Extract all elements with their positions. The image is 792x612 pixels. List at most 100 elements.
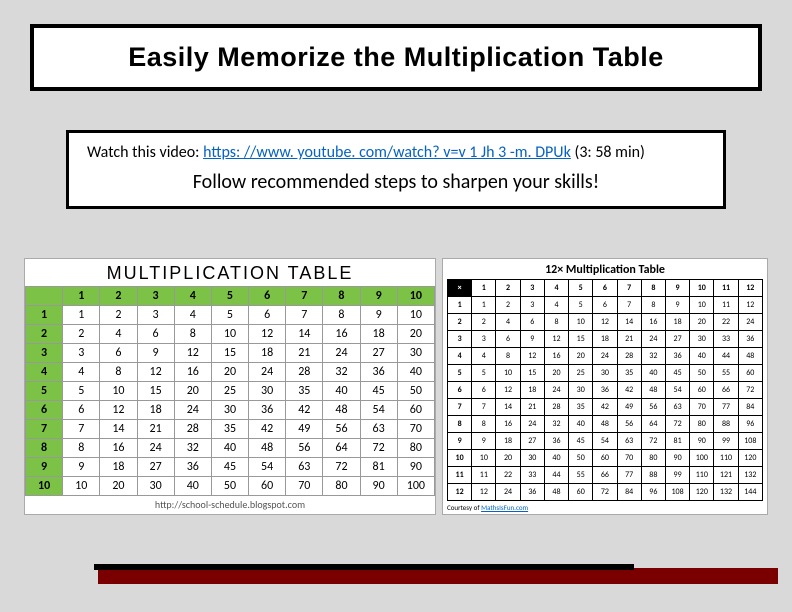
table12-cell: 3 xyxy=(472,331,496,348)
table12-cell: 9 xyxy=(665,297,689,314)
table10-cell: 10 xyxy=(63,477,100,496)
table12-cell: 88 xyxy=(714,416,738,433)
title-box: Easily Memorize the Multiplication Table xyxy=(30,24,762,91)
table12-cell: 30 xyxy=(569,382,593,399)
table10-cell: 80 xyxy=(397,439,434,458)
table10-cell: 16 xyxy=(323,325,360,344)
table12-cell: 6 xyxy=(472,382,496,399)
table12-row-header: 9 xyxy=(448,433,472,450)
watch-line: Watch this video: https: //www. youtube.… xyxy=(79,143,713,162)
table12-cell: 7 xyxy=(617,297,641,314)
table12-cell: 66 xyxy=(593,467,617,484)
table10-cell: 54 xyxy=(360,401,397,420)
table12-cell: 50 xyxy=(569,450,593,467)
table10-cell: 45 xyxy=(360,382,397,401)
table12-cell: 120 xyxy=(738,450,762,467)
table10-cell: 60 xyxy=(249,477,286,496)
table12-cell: 27 xyxy=(520,433,544,450)
table10-cell: 10 xyxy=(100,382,137,401)
table10-col-header: 4 xyxy=(174,287,211,306)
table12-col-header: 1 xyxy=(472,280,496,297)
table12-cell: 35 xyxy=(617,365,641,382)
table12-cell: 28 xyxy=(617,348,641,365)
table10-cell: 30 xyxy=(249,382,286,401)
table12-cell: 40 xyxy=(641,365,665,382)
table12-cell: 40 xyxy=(690,348,714,365)
table12-cell: 120 xyxy=(690,484,714,501)
multiplication-table-12: 12× Multiplication Table ×12345678910111… xyxy=(442,258,768,515)
table12-cell: 45 xyxy=(569,433,593,450)
table10-col-header: 7 xyxy=(286,287,323,306)
table10-cell: 6 xyxy=(137,325,174,344)
table12-cell: 8 xyxy=(496,348,520,365)
table12-cell: 15 xyxy=(569,331,593,348)
table10-cell: 3 xyxy=(63,344,100,363)
table10-cell: 9 xyxy=(63,458,100,477)
table10-cell: 42 xyxy=(286,401,323,420)
table10-cell: 30 xyxy=(211,401,248,420)
table12-cell: 8 xyxy=(641,297,665,314)
table12-cell: 25 xyxy=(569,365,593,382)
table12-cell: 36 xyxy=(665,348,689,365)
table12-cell: 54 xyxy=(593,433,617,450)
tables-wrap: MULTIPLICATION TABLE 12345678910 1123456… xyxy=(24,258,768,515)
table10-cell: 48 xyxy=(323,401,360,420)
table12-caption-link[interactable]: MathsIsFun.com xyxy=(481,503,528,512)
table10-cell: 6 xyxy=(100,344,137,363)
table12-cell: 30 xyxy=(520,450,544,467)
table12-cell: 70 xyxy=(617,450,641,467)
table12-corner: × xyxy=(448,280,472,297)
table12-row-header: 4 xyxy=(448,348,472,365)
table10-row-header: 5 xyxy=(26,382,63,401)
table12-cell: 11 xyxy=(714,297,738,314)
table12-cell: 3 xyxy=(520,297,544,314)
table12-cell: 18 xyxy=(520,382,544,399)
table12-cell: 9 xyxy=(472,433,496,450)
table10-cell: 3 xyxy=(137,306,174,325)
table12-cell: 90 xyxy=(690,433,714,450)
table10-cell: 18 xyxy=(360,325,397,344)
table10-cell: 72 xyxy=(323,458,360,477)
table12-cell: 144 xyxy=(738,484,762,501)
table12-cell: 21 xyxy=(617,331,641,348)
table12-cell: 12 xyxy=(472,484,496,501)
table10-cell: 20 xyxy=(397,325,434,344)
table10-row-header: 4 xyxy=(26,363,63,382)
table10-cell: 36 xyxy=(249,401,286,420)
table12-cell: 36 xyxy=(593,382,617,399)
table12-col-header: 9 xyxy=(665,280,689,297)
table10-cell: 40 xyxy=(174,477,211,496)
table10-cell: 21 xyxy=(137,420,174,439)
table12-cell: 20 xyxy=(544,365,568,382)
table12-cell: 48 xyxy=(544,484,568,501)
table12-cell: 28 xyxy=(544,399,568,416)
table10-cell: 70 xyxy=(397,420,434,439)
table10-col-header: 1 xyxy=(63,287,100,306)
table12-cell: 100 xyxy=(690,450,714,467)
table12-cell: 1 xyxy=(472,297,496,314)
table12-cell: 72 xyxy=(641,433,665,450)
table10-col-header: 10 xyxy=(397,287,434,306)
table10-cell: 8 xyxy=(63,439,100,458)
table10-col-header: 5 xyxy=(211,287,248,306)
table12-cell: 10 xyxy=(569,314,593,331)
table12-cell: 60 xyxy=(569,484,593,501)
table12-cell: 36 xyxy=(544,433,568,450)
table12-cell: 44 xyxy=(544,467,568,484)
table10-cell: 16 xyxy=(100,439,137,458)
table12-cell: 16 xyxy=(641,314,665,331)
video-link[interactable]: https: //www. youtube. com/watch? v=v 1 … xyxy=(203,143,571,162)
table10-cell: 36 xyxy=(174,458,211,477)
table12-cell: 12 xyxy=(520,348,544,365)
table10-cell: 12 xyxy=(249,325,286,344)
table10-cell: 4 xyxy=(63,363,100,382)
table10-cell: 63 xyxy=(360,420,397,439)
table12-cell: 4 xyxy=(544,297,568,314)
table12-cell: 11 xyxy=(472,467,496,484)
table10-title: MULTIPLICATION TABLE xyxy=(25,259,435,286)
table10-cell: 49 xyxy=(286,420,323,439)
table12-cell: 84 xyxy=(617,484,641,501)
table12-cell: 8 xyxy=(544,314,568,331)
table10-cell: 7 xyxy=(63,420,100,439)
table10-row-header: 7 xyxy=(26,420,63,439)
